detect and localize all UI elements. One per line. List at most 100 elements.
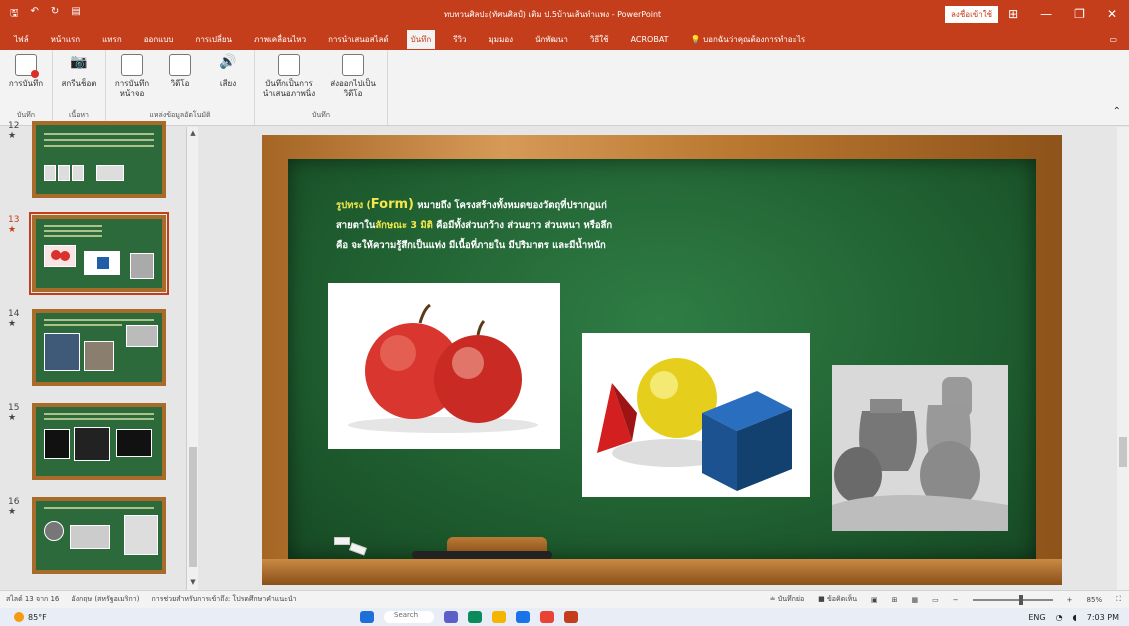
start-icon[interactable] [360, 611, 374, 623]
save-as-show-button[interactable]: บันทึกเป็นการนำเสนอภาพนิ่ง [261, 54, 317, 110]
restore-icon[interactable]: ❐ [1074, 7, 1085, 21]
zoom-slider-knob[interactable] [1018, 594, 1023, 605]
pottery-sketch-image[interactable] [832, 365, 1008, 531]
normal-view-icon[interactable]: ▣ [871, 596, 878, 604]
thumbnail-slide-15[interactable]: 15 ★ [8, 403, 193, 480]
quick-access-toolbar: 🖫 ↶ ↻ ▤ [0, 6, 160, 23]
language-status[interactable]: อังกฤษ (สหรัฐอเมริกา) [71, 594, 139, 605]
edge-icon[interactable] [468, 611, 482, 623]
teams-icon[interactable] [444, 611, 458, 623]
ribbon-display-icon[interactable]: ⊞ [1008, 7, 1018, 21]
tab-help[interactable]: วิธีใช้ [586, 30, 613, 49]
video-button[interactable]: วิดีโอ [160, 54, 200, 110]
zoom-slider[interactable] [972, 594, 1053, 605]
save-icon[interactable]: 🖫 [10, 6, 19, 23]
chrome-icon[interactable] [540, 611, 554, 623]
text-line-3: คือ จะให้ความรู้สึกเป็นแท่ง มีเนื้อที่ภา… [336, 240, 606, 251]
transition-star-icon: ★ [8, 413, 17, 423]
save-show-icon [278, 54, 300, 76]
tell-me-search[interactable]: 💡 บอกฉันว่าคุณต้องการทำอะไร [687, 30, 810, 49]
slide-count[interactable]: สไลด์ 13 จาก 16 [6, 594, 59, 605]
sign-in-button[interactable]: ลงชื่อเข้าใช้ [945, 5, 999, 23]
editor-scrollbar[interactable] [1117, 127, 1129, 590]
scroll-down-icon[interactable]: ▼ [188, 578, 198, 588]
taskbar-search[interactable]: Search [384, 611, 434, 623]
text-line-2: สายตาในลักษณะ 3 มิติ คือมีทั้งส่วนกว้าง … [336, 216, 756, 236]
language-indicator[interactable]: ENG [1028, 613, 1045, 622]
slide-number: 15 [8, 403, 20, 413]
slideshow-icon[interactable]: ▭ [932, 596, 939, 604]
transition-star-icon: ★ [8, 225, 17, 235]
ribbon-group-record: การบันทึก บันทึก [0, 50, 53, 125]
transition-star-icon: ★ [8, 131, 17, 141]
file-explorer-icon[interactable] [492, 611, 506, 623]
zoom-out-icon[interactable]: − [953, 596, 959, 604]
zoom-level[interactable]: 85% [1087, 596, 1103, 604]
speaker-icon: 🔊 [219, 54, 237, 70]
text-span: คือมีทั้งส่วนกว้าง ส่วนยาว ส่วนหนา หรือล… [432, 220, 613, 231]
screen-recording-button[interactable]: การบันทึกหน้าจอ [112, 54, 152, 110]
minimize-icon[interactable]: — [1040, 7, 1052, 21]
tab-recording[interactable]: บันทึก [406, 29, 436, 49]
tab-home[interactable]: หน้าแรก [47, 30, 85, 49]
weather-widget[interactable]: 85°F [0, 612, 360, 622]
apples-image[interactable] [328, 283, 560, 449]
fit-slide-icon[interactable]: ⛶ [1116, 595, 1121, 604]
scroll-up-icon[interactable]: ▲ [188, 129, 198, 139]
record-label: การบันทึก [8, 79, 44, 88]
volume-icon[interactable]: ◖ [1073, 613, 1077, 622]
thumbnail-scrollbar[interactable]: ▲ ▼ [186, 127, 198, 590]
audio-button[interactable]: 🔊 เสียง [208, 54, 248, 110]
thumbnail-slide-13[interactable]: 13 ★ [8, 212, 193, 295]
tab-review[interactable]: รีวิว [449, 30, 470, 49]
slide-editor[interactable]: รูปทรง (Form) หมายถึง โครงสร้างทั้งหมดขอ… [200, 127, 1116, 590]
ribbon-group-auto: การบันทึกหน้าจอ วิดีโอ 🔊 เสียง แหล่งข้อม… [106, 50, 255, 125]
slide-preview [32, 497, 166, 574]
camera-icon: 📷 [70, 54, 88, 70]
tab-insert[interactable]: แทรก [98, 30, 126, 49]
scrollbar-thumb[interactable] [189, 447, 197, 567]
comments-icon[interactable]: ▭ [1109, 35, 1117, 44]
slide-preview [32, 403, 166, 480]
chalk-piece [334, 537, 350, 545]
clock[interactable]: 7:03 PM [1087, 613, 1119, 622]
tab-transitions[interactable]: การเปลี่ยน [191, 30, 236, 49]
ribbon-group-save: บันทึกเป็นการนำเสนอภาพนิ่ง ส่งออกไปเป็นว… [255, 50, 388, 125]
thumbnail-slide-16[interactable]: 16 ★ [8, 497, 193, 574]
present-icon[interactable]: ▤ [71, 6, 80, 23]
collapse-ribbon-icon[interactable]: ⌃ [1113, 50, 1129, 125]
tab-design[interactable]: ออกแบบ [140, 30, 178, 49]
slide-body-text[interactable]: รูปทรง (Form) หมายถึง โครงสร้างทั้งหมดขอ… [336, 195, 756, 256]
comments-button[interactable]: ■ ข้อคิดเห็น [818, 594, 857, 605]
thumbnail-slide-12[interactable]: 12 ★ [8, 121, 193, 198]
close-icon[interactable]: ✕ [1107, 7, 1117, 21]
powerpoint-icon[interactable] [564, 611, 578, 623]
screenshot-button[interactable]: 📷 สกรีนช็อต [59, 54, 99, 110]
export-video-button[interactable]: ส่งออกไปเป็นวิดีโอ [325, 54, 381, 110]
apples-illustration [348, 303, 538, 433]
editor-scroll-thumb[interactable] [1119, 437, 1127, 467]
thumbnail-slide-14[interactable]: 14 ★ [8, 309, 193, 386]
zoom-in-icon[interactable]: + [1067, 596, 1073, 604]
tab-acrobat[interactable]: ACROBAT [627, 32, 673, 47]
slide-canvas[interactable]: รูปทรง (Form) หมายถึง โครงสร้างทั้งหมดขอ… [262, 135, 1062, 590]
comments-label: ข้อคิดเห็น [827, 595, 858, 603]
tab-view[interactable]: มุมมอง [485, 30, 518, 49]
transition-star-icon: ★ [8, 319, 17, 329]
reading-view-icon[interactable]: ▦ [912, 596, 919, 604]
undo-icon[interactable]: ↶ [31, 6, 39, 23]
store-icon[interactable] [516, 611, 530, 623]
redo-icon[interactable]: ↻ [51, 6, 59, 23]
tab-slideshow[interactable]: การนำเสนอสไลด์ [324, 30, 393, 49]
slide-sorter-icon[interactable]: ⊞ [892, 596, 898, 604]
form-word: Form) [370, 197, 414, 212]
notes-button[interactable]: ≐ บันทึกย่อ [770, 594, 804, 605]
tab-developer[interactable]: นักพัฒนา [531, 30, 572, 49]
tab-file[interactable]: ไฟล์ [10, 30, 33, 49]
screen-record-icon [121, 54, 143, 76]
record-button[interactable]: การบันทึก [6, 54, 46, 110]
tab-animations[interactable]: ภาพเคลื่อนไหว [250, 30, 310, 49]
wifi-icon[interactable]: ◔ [1056, 613, 1063, 622]
accessibility-status[interactable]: การช่วยสำหรับการเข้าถึง: โปรดศึกษาคำแนะน… [151, 594, 296, 605]
geometric-shapes-image[interactable] [582, 333, 810, 497]
